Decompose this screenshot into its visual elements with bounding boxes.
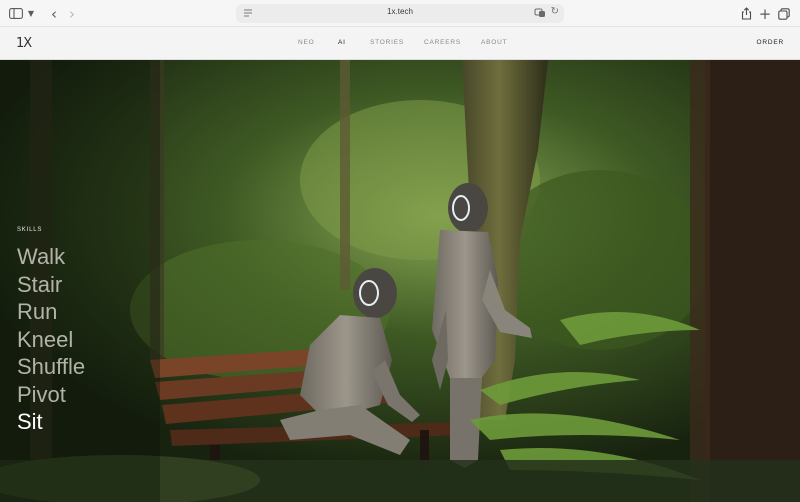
nav-stories[interactable]: STORIES [370,39,404,46]
reload-icon[interactable]: ↻ [551,6,559,17]
site-header: 1X NEO AI STORIES CAREERS ABOUT ORDER [0,27,800,60]
url-text: 1x.tech [387,7,413,16]
skill-sit[interactable]: Sit [17,408,85,436]
skill-pivot[interactable]: Pivot [17,381,85,409]
skill-run[interactable]: Run [17,298,85,326]
nav-careers[interactable]: CAREERS [424,39,461,46]
skill-stair[interactable]: Stair [17,271,85,299]
skill-shuffle[interactable]: Shuffle [17,353,85,381]
translate-icon[interactable] [534,7,546,19]
plus-icon[interactable]: + [759,4,772,23]
order-button[interactable]: ORDER [757,39,784,46]
site-logo[interactable]: 1X [16,36,32,51]
skill-kneel[interactable]: Kneel [17,326,85,354]
hero-section: SKILLS Walk Stair Run Kneel Shuffle Pivo… [0,60,800,502]
nav-ai[interactable]: AI [338,39,346,46]
address-bar[interactable]: 1x.tech ↻ [236,4,564,23]
browser-toolbar: ▼ ‹ › 1x.tech ↻ + [0,0,800,27]
forest-scene [0,60,800,502]
nav-about[interactable]: ABOUT [481,39,507,46]
tabs-icon[interactable] [778,4,790,23]
sidebar-icon[interactable] [8,4,24,23]
skill-walk[interactable]: Walk [17,243,85,271]
back-icon[interactable]: ‹ [47,4,61,23]
chevron-down-icon[interactable]: ▼ [26,4,36,23]
nav-neo[interactable]: NEO [298,39,315,46]
skill-list: Walk Stair Run Kneel Shuffle Pivot Sit [17,243,85,436]
skills-label: SKILLS [17,227,43,233]
forward-icon[interactable]: › [65,4,79,23]
share-icon[interactable] [740,4,752,23]
